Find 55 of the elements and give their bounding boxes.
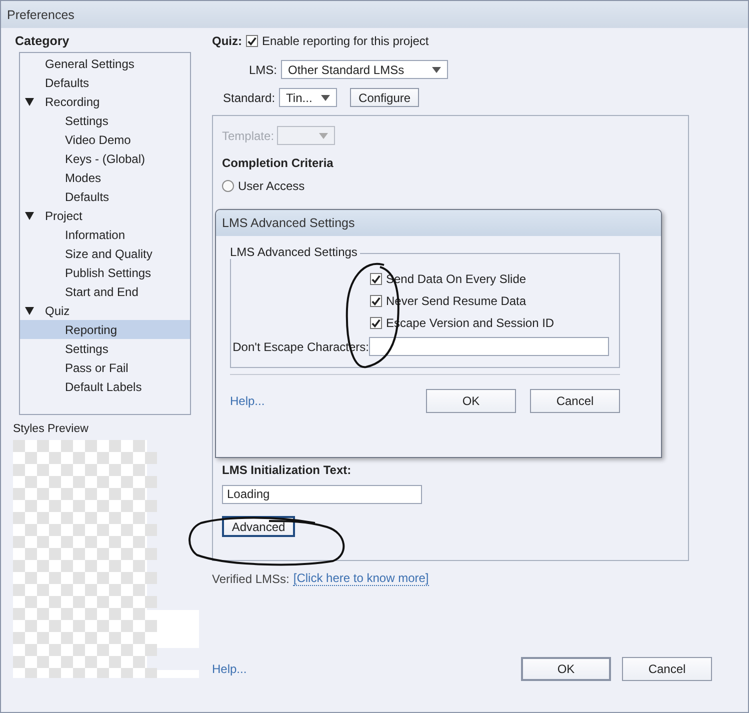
standard-label: Standard: [223, 90, 276, 104]
checkbox[interactable] [370, 295, 382, 307]
checkbox-label: Enable reporting for this project [262, 34, 429, 48]
tree-item[interactable]: Project [20, 206, 190, 225]
ok-button[interactable]: OK [521, 657, 611, 681]
tree-item[interactable]: Pass or Fail [20, 358, 190, 377]
expander-icon[interactable] [25, 212, 34, 220]
know-more-link[interactable]: [Click here to know more] [293, 571, 429, 586]
standard-dropdown[interactable]: Tin... [279, 88, 338, 107]
caret-icon [319, 132, 328, 138]
cancel-button[interactable]: Cancel [530, 389, 620, 413]
checkbox[interactable] [370, 273, 382, 285]
dont-escape-field[interactable] [369, 337, 609, 356]
tree-item[interactable]: Settings [20, 339, 190, 358]
help-link[interactable]: Help... [212, 662, 247, 676]
tree-item[interactable]: Start and End [20, 282, 190, 301]
tree-item[interactable]: Keys - (Global) [20, 149, 190, 168]
cancel-button[interactable]: Cancel [622, 657, 712, 681]
init-text-label: LMS Initialization Text: [222, 463, 352, 477]
tree-item[interactable]: Publish Settings [20, 263, 190, 282]
radio-button[interactable] [222, 180, 234, 192]
window-title: Preferences [7, 8, 74, 22]
tree-item[interactable]: Recording [20, 92, 190, 111]
tree-item[interactable]: General Settings [20, 54, 190, 73]
tree-item[interactable]: Size and Quality [20, 244, 190, 263]
tree-item[interactable]: Reporting [20, 320, 190, 339]
tree-item[interactable]: Defaults [20, 187, 190, 206]
dialog-title: LMS Advanced Settings [222, 216, 355, 230]
tree-item[interactable]: Defaults [20, 73, 190, 92]
tree-item[interactable]: Video Demo [20, 130, 190, 149]
checkbox[interactable] [370, 317, 382, 329]
caret-icon [321, 94, 330, 100]
template-label: Template: [222, 128, 274, 142]
category-heading: Category [15, 34, 70, 48]
verified-lms-label: Verified LMSs: [212, 572, 290, 586]
completion-criteria-heading: Completion Criteria [222, 156, 334, 170]
help-link[interactable]: Help... [230, 394, 265, 408]
ok-button[interactable]: OK [426, 389, 516, 413]
lms-dropdown[interactable]: Other Standard LMSs [281, 60, 448, 79]
group-label: LMS Advanced Settings [230, 245, 360, 259]
tree-item[interactable]: Information [20, 225, 190, 244]
configure-button[interactable]: Configure [350, 88, 420, 107]
tree-item[interactable]: Modes [20, 168, 190, 187]
tree-item[interactable]: Default Labels [20, 377, 190, 396]
expander-icon[interactable] [25, 98, 34, 106]
caret-icon [432, 66, 442, 72]
tree-item[interactable]: Quiz [20, 301, 190, 320]
lms-label: LMS: [249, 62, 278, 76]
quiz-label: Quiz: [212, 34, 242, 48]
styles-preview-label: Styles Preview [13, 423, 90, 435]
tree-item[interactable]: Settings [20, 111, 190, 130]
init-text-field[interactable]: Loading [222, 485, 422, 504]
expander-icon[interactable] [25, 307, 34, 315]
radio-label: User Access [238, 179, 305, 193]
checkbox[interactable] [246, 35, 258, 47]
